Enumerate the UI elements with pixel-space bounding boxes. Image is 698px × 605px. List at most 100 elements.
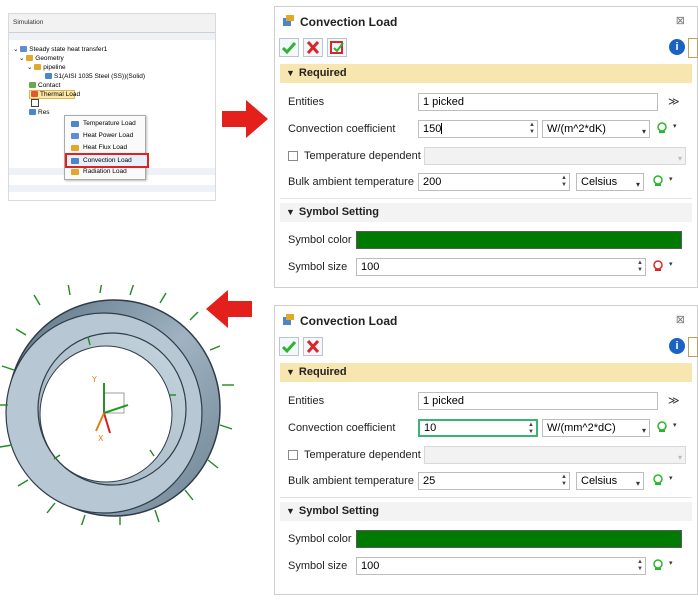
info-icon[interactable]: i xyxy=(669,338,685,354)
bulk-temp-unit-select[interactable]: Celsius ▾ xyxy=(576,472,644,490)
spinner-icon[interactable]: ▲ ▼ xyxy=(637,260,643,274)
entities-field[interactable]: 1 picked xyxy=(418,93,658,111)
chevron-down-icon: ▾ xyxy=(635,180,640,189)
pick-icon[interactable] xyxy=(652,559,664,571)
simulation-panel: Simulation ⌄ Steady state heat transfer1… xyxy=(8,13,216,201)
temp-dependent-select: ▾ xyxy=(424,147,686,165)
temp-dependent-row: Temperature dependent ▾ xyxy=(280,145,692,167)
chevron-down-icon: ▾ xyxy=(641,426,646,435)
part-icon xyxy=(34,64,42,70)
convection-load-icon xyxy=(283,15,294,26)
tree-item-contact[interactable]: Contact xyxy=(9,81,215,90)
dialog-title-bar: Convection Load ⊠ xyxy=(275,7,697,35)
menu-item-temperature-load[interactable]: Temperature Load xyxy=(67,118,143,129)
spinner-icon[interactable]: ▲ ▼ xyxy=(561,474,567,488)
study-icon xyxy=(20,46,28,52)
dialog-title: Convection Load xyxy=(300,15,398,29)
symbol-size-input[interactable]: 100 ▲ ▼ xyxy=(356,557,646,575)
apply-icon xyxy=(330,41,344,54)
pick-icon[interactable] xyxy=(652,474,664,486)
chevron-down-icon[interactable]: ⌄ xyxy=(19,55,24,62)
thermal-load-icon xyxy=(31,91,38,97)
chevron-down-icon[interactable]: ▾ xyxy=(669,175,673,183)
ok-button[interactable] xyxy=(279,337,299,356)
chevron-down-icon[interactable]: ▾ xyxy=(673,122,677,130)
results-icon xyxy=(29,109,36,115)
tree-item-pipeline[interactable]: ⌄ pipeline xyxy=(9,63,215,72)
dialog-toolbar: i xyxy=(279,337,698,357)
symbol-color-swatch[interactable] xyxy=(356,231,682,249)
temp-dependent-checkbox[interactable] xyxy=(288,450,298,460)
convection-load-icon xyxy=(71,158,79,164)
contact-icon xyxy=(29,82,36,88)
checkbox-icon[interactable] xyxy=(31,99,39,107)
chevron-down-icon[interactable]: ⌄ xyxy=(27,64,32,71)
temp-dependent-checkbox[interactable] xyxy=(288,151,298,161)
dialog-title-bar: Convection Load ⊠ xyxy=(275,306,697,334)
bulk-temp-input[interactable]: 25 ▲ ▼ xyxy=(418,472,570,490)
tree-item-solid[interactable]: S1(AISI 1035 Steel (SS))(Solid) xyxy=(9,72,215,81)
coef-input[interactable]: 150 ▲ ▼ xyxy=(418,120,538,138)
convection-load-dialog-bottom: Convection Load ⊠ i ▼ Required Entities 1… xyxy=(274,305,698,595)
symbol-setting-section-header[interactable]: ▼ Symbol Setting xyxy=(280,502,692,521)
pick-icon[interactable] xyxy=(652,175,664,187)
temperature-load-icon xyxy=(71,121,79,127)
chevron-down-icon: ▾ xyxy=(677,154,682,163)
ok-icon xyxy=(281,341,297,354)
bulk-temp-input[interactable]: 200 ▲ ▼ xyxy=(418,173,570,191)
symbol-color-swatch[interactable] xyxy=(356,530,682,548)
chevron-down-icon[interactable]: ▾ xyxy=(669,474,673,482)
bulk-temp-unit-select[interactable]: Celsius ▾ xyxy=(576,173,644,191)
svg-text:X: X xyxy=(98,434,104,443)
chevron-down-icon[interactable]: ⌄ xyxy=(13,46,18,53)
help-icon[interactable] xyxy=(688,337,698,357)
apply-button[interactable] xyxy=(327,38,347,57)
menu-item-heat-flux-load[interactable]: Heat Flux Load xyxy=(67,142,143,153)
tree-item-study[interactable]: ⌄ Steady state heat transfer1 xyxy=(9,45,215,54)
coef-row: Convection coefficient 150 ▲ ▼ W/(m^2*dK)… xyxy=(280,118,692,140)
help-icon[interactable] xyxy=(688,38,698,58)
pick-icon[interactable] xyxy=(656,122,668,134)
entities-row: Entities 1 picked ≫ xyxy=(280,91,692,113)
coef-unit-select[interactable]: W/(mm^2*dC) ▾ xyxy=(542,419,650,437)
heat-power-load-icon xyxy=(71,133,79,139)
info-icon[interactable]: i xyxy=(669,39,685,55)
convection-load-icon xyxy=(283,314,294,325)
svg-text:Y: Y xyxy=(91,375,97,384)
required-section-header[interactable]: ▼ Required xyxy=(280,64,692,83)
chevron-down-icon[interactable]: ▾ xyxy=(669,260,673,268)
right-arrow-icon xyxy=(222,100,268,138)
coef-unit-select[interactable]: W/(m^2*dK) ▾ xyxy=(542,120,650,138)
tree-item-checkbox[interactable] xyxy=(9,99,215,108)
pick-icon[interactable] xyxy=(656,421,668,433)
coef-input[interactable]: 10 ▲ ▼ xyxy=(418,419,538,437)
close-icon[interactable]: ⊠ xyxy=(676,313,685,326)
entities-field[interactable]: 1 picked xyxy=(418,392,658,410)
symbol-size-row: Symbol size 100 ▲ ▼ ▾ xyxy=(280,256,692,278)
expand-icon[interactable]: ≫ xyxy=(668,394,680,407)
chevron-down-icon[interactable]: ▾ xyxy=(673,421,677,429)
cancel-icon xyxy=(306,40,320,55)
symbol-setting-section-header[interactable]: ▼ Symbol Setting xyxy=(280,203,692,222)
menu-item-heat-power-load[interactable]: Heat Power Load xyxy=(67,130,143,141)
symbol-size-input[interactable]: 100 ▲ ▼ xyxy=(356,258,646,276)
reset-icon[interactable] xyxy=(652,260,664,272)
close-icon[interactable]: ⊠ xyxy=(676,14,685,27)
menu-item-radiation-load[interactable]: Radiation Load xyxy=(67,166,143,177)
tree-item-geometry[interactable]: ⌄ Geometry xyxy=(9,54,215,63)
solid-body-icon xyxy=(45,73,52,79)
dialog-toolbar: i xyxy=(279,38,698,58)
spinner-icon[interactable]: ▲ ▼ xyxy=(637,559,643,573)
expand-icon[interactable]: ≫ xyxy=(668,95,680,108)
spinner-icon[interactable]: ▲ ▼ xyxy=(529,122,535,136)
cancel-button[interactable] xyxy=(303,38,323,57)
pipe-ring-model: Y X xyxy=(0,285,234,525)
chevron-down-icon[interactable]: ▾ xyxy=(669,559,673,567)
spinner-icon[interactable]: ▲ ▼ xyxy=(561,175,567,189)
coef-row: Convection coefficient 10 ▲ ▼ W/(mm^2*dC)… xyxy=(280,417,692,439)
cancel-button[interactable] xyxy=(303,337,323,356)
required-section-header[interactable]: ▼ Required xyxy=(280,363,692,382)
ok-button[interactable] xyxy=(279,38,299,57)
spinner-icon[interactable]: ▲ ▼ xyxy=(528,422,534,436)
tree-item-thermal-load[interactable]: Thermal Load xyxy=(29,90,80,99)
